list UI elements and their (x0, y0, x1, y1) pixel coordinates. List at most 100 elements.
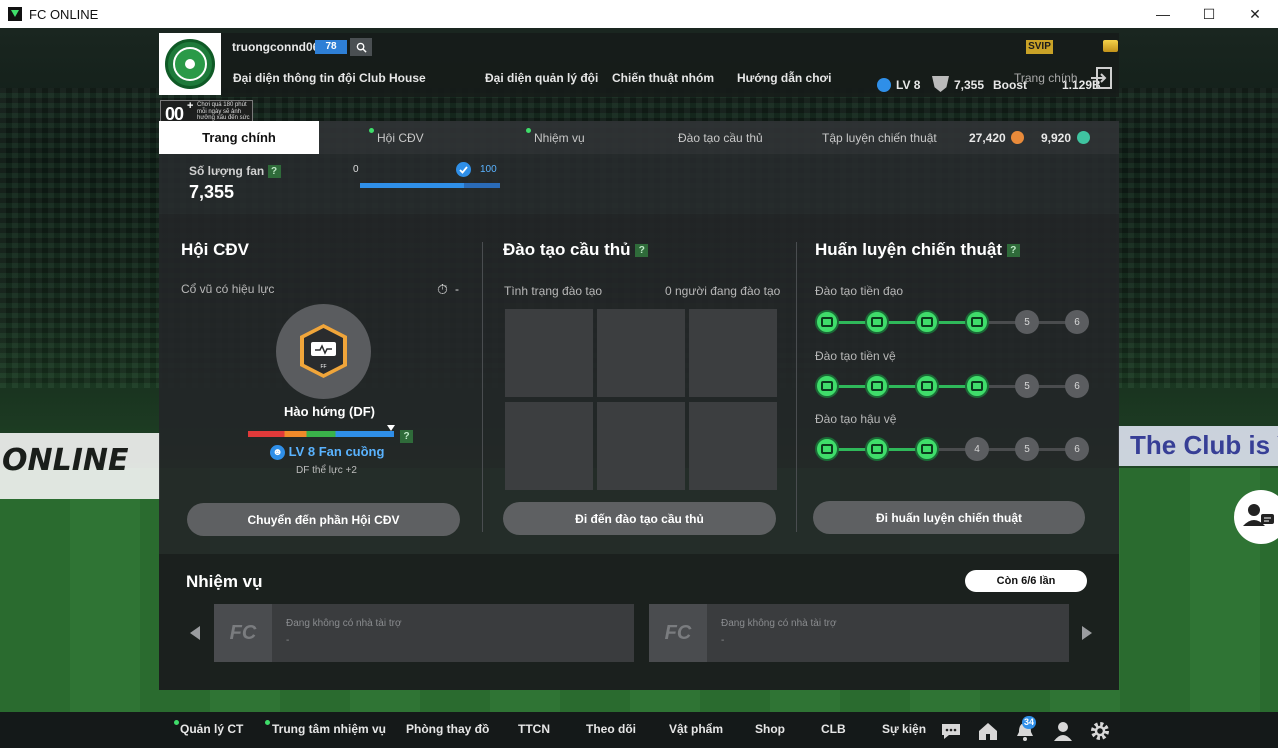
tactics-help-icon[interactable]: ? (1006, 244, 1020, 258)
training-slot[interactable] (505, 309, 593, 397)
missions-title: Nhiệm vụ (186, 572, 263, 591)
nav-club-house[interactable]: Club House (359, 71, 426, 85)
training-status-label: Tình trạng đào tạo (504, 284, 603, 298)
fan-level: ☻ LV 8 Fan cuồng (270, 444, 384, 461)
tactic-node-locked[interactable]: 5 (1015, 310, 1039, 334)
nav-team-tactics[interactable]: Chiến thuật nhóm (612, 71, 714, 85)
tab-player-training[interactable]: Đào tạo cầu thủ (678, 131, 763, 145)
training-slot[interactable] (689, 402, 777, 490)
ad-board-right-text: The Club is Y (1130, 430, 1278, 460)
chat-user-icon (1243, 504, 1274, 526)
training-help-icon[interactable]: ? (635, 244, 649, 258)
prev-arrow-icon[interactable] (190, 626, 200, 640)
tab-supporters[interactable]: Hội CĐV (377, 131, 424, 145)
close-button[interactable]: ✕ (1232, 0, 1278, 28)
tab-missions-dot (526, 128, 531, 133)
bottom-nav-club[interactable]: CLB (821, 722, 846, 736)
username: truongconnd06 (232, 40, 320, 54)
maximize-button[interactable]: ☐ (1186, 0, 1232, 28)
mission-card-subtext: - (721, 635, 725, 646)
tactic-node-icon[interactable] (815, 374, 839, 398)
currency-2-icon (1077, 131, 1090, 144)
mission-card[interactable]: FC Đang không có nhà tài trợ - (649, 604, 1069, 662)
training-title-text: Đào tạo cầu thủ (503, 240, 631, 259)
emblem-small-text: FF (320, 364, 326, 370)
fc-logo-icon: FC (649, 604, 707, 662)
ad-board-right: The Club is Y (1118, 426, 1278, 466)
home-link[interactable]: Trang chính (1014, 71, 1078, 85)
progress-min: 0 (353, 164, 359, 175)
cheer-help-icon[interactable]: ? (400, 430, 413, 443)
tactic-node-icon[interactable] (915, 310, 939, 334)
currency-2-value: 9,920 (1041, 131, 1072, 145)
tactic-node-locked[interactable]: 6 (1065, 437, 1089, 461)
nav-team-info[interactable]: Đại diện thông tin đội (233, 71, 356, 85)
tactic-node-icon[interactable] (965, 310, 989, 334)
tactic-node-icon[interactable] (815, 310, 839, 334)
settings-gear-icon[interactable] (1089, 720, 1111, 742)
bottom-nav-mission-center[interactable]: Trung tâm nhiệm vụ (272, 722, 386, 736)
tactic-node-icon[interactable] (915, 437, 939, 461)
tactics-title-text: Huấn luyện chiến thuật (815, 240, 1003, 259)
training-slot[interactable] (597, 309, 685, 397)
fc-logo-icon: FC (214, 604, 272, 662)
cheer-badge-icon: FF (300, 324, 347, 378)
notification-count: 34 (1022, 716, 1036, 729)
fan-count-label-text: Số lượng fan (189, 164, 265, 178)
window-titlebar: FC ONLINE — ☐ ✕ (0, 0, 1278, 28)
cheer-emblem[interactable]: FF (276, 304, 371, 399)
tactic-node-icon[interactable] (865, 310, 889, 334)
club-crest-logo[interactable] (159, 33, 221, 95)
tactic-node-locked[interactable]: 5 (1015, 374, 1039, 398)
bottom-nav-items[interactable]: Vật phẩm (669, 722, 723, 736)
tactic-node-locked[interactable]: 6 (1065, 374, 1089, 398)
tab-home[interactable]: Trang chính (159, 121, 319, 154)
go-to-tactics-button[interactable]: Đi huấn luyện chiến thuật (813, 501, 1085, 534)
profile-icon[interactable] (1052, 720, 1074, 742)
training-slot[interactable] (505, 402, 593, 490)
age-rating-plus: + (187, 100, 194, 112)
nav-play-guide[interactable]: Hướng dẫn chơi (737, 71, 831, 85)
bottom-nav-shop[interactable]: Shop (755, 722, 785, 736)
search-icon (356, 42, 367, 53)
exit-icon[interactable] (1089, 66, 1113, 90)
mission-card[interactable]: FC Đang không có nhà tài trợ - (214, 604, 634, 662)
bottom-nav-squad[interactable]: Quản lý CT (180, 722, 243, 736)
nav-team-manager[interactable]: Đại diện quản lý đội (485, 71, 598, 85)
training-slot[interactable] (597, 402, 685, 490)
header-level: LV 8 (896, 78, 921, 92)
go-to-training-button[interactable]: Đi đến đào tạo cầu thủ (503, 502, 776, 535)
tactic-node-icon[interactable] (815, 437, 839, 461)
tactic-row-label: Đào tạo hậu vệ (815, 412, 897, 426)
next-arrow-icon[interactable] (1082, 626, 1092, 640)
check-icon (456, 162, 471, 177)
home-icon[interactable] (977, 720, 999, 742)
bottom-nav-ttcn[interactable]: TTCN (518, 722, 550, 736)
chat-button[interactable] (1234, 490, 1278, 544)
chat-icon[interactable] (940, 720, 962, 742)
minimize-button[interactable]: — (1140, 0, 1186, 28)
fan-help-icon[interactable]: ? (267, 165, 281, 179)
go-to-supporters-button[interactable]: Chuyển đến phần Hội CĐV (187, 503, 460, 536)
fan-progress-fill (360, 183, 464, 188)
tab-tactical-training[interactable]: Tập luyện chiến thuật (822, 131, 937, 145)
fan-level-icon (877, 78, 891, 92)
bottom-nav-locker-room[interactable]: Phòng thay đồ (406, 722, 489, 736)
tactics-title: Huấn luyện chiến thuật ? (815, 240, 1020, 260)
bottom-nav-events[interactable]: Sự kiện (882, 722, 926, 736)
tactic-node-icon[interactable] (865, 437, 889, 461)
tab-missions[interactable]: Nhiệm vụ (534, 131, 585, 145)
coins-icon (1103, 40, 1118, 52)
tactic-node-icon[interactable] (965, 374, 989, 398)
tactic-node-icon[interactable] (865, 374, 889, 398)
bottom-nav-follow[interactable]: Theo dõi (586, 722, 636, 736)
mission-card-text: Đang không có nhà tài trợ (721, 618, 837, 629)
search-button[interactable] (350, 38, 372, 56)
tactic-node-locked[interactable]: 5 (1015, 437, 1039, 461)
training-slot[interactable] (689, 309, 777, 397)
ad-board-left-text: ONLINE (2, 443, 129, 478)
tactic-node-locked[interactable]: 4 (965, 437, 989, 461)
tactic-node-locked[interactable]: 6 (1065, 310, 1089, 334)
cheer-gauge (248, 431, 394, 437)
tactic-node-icon[interactable] (915, 374, 939, 398)
